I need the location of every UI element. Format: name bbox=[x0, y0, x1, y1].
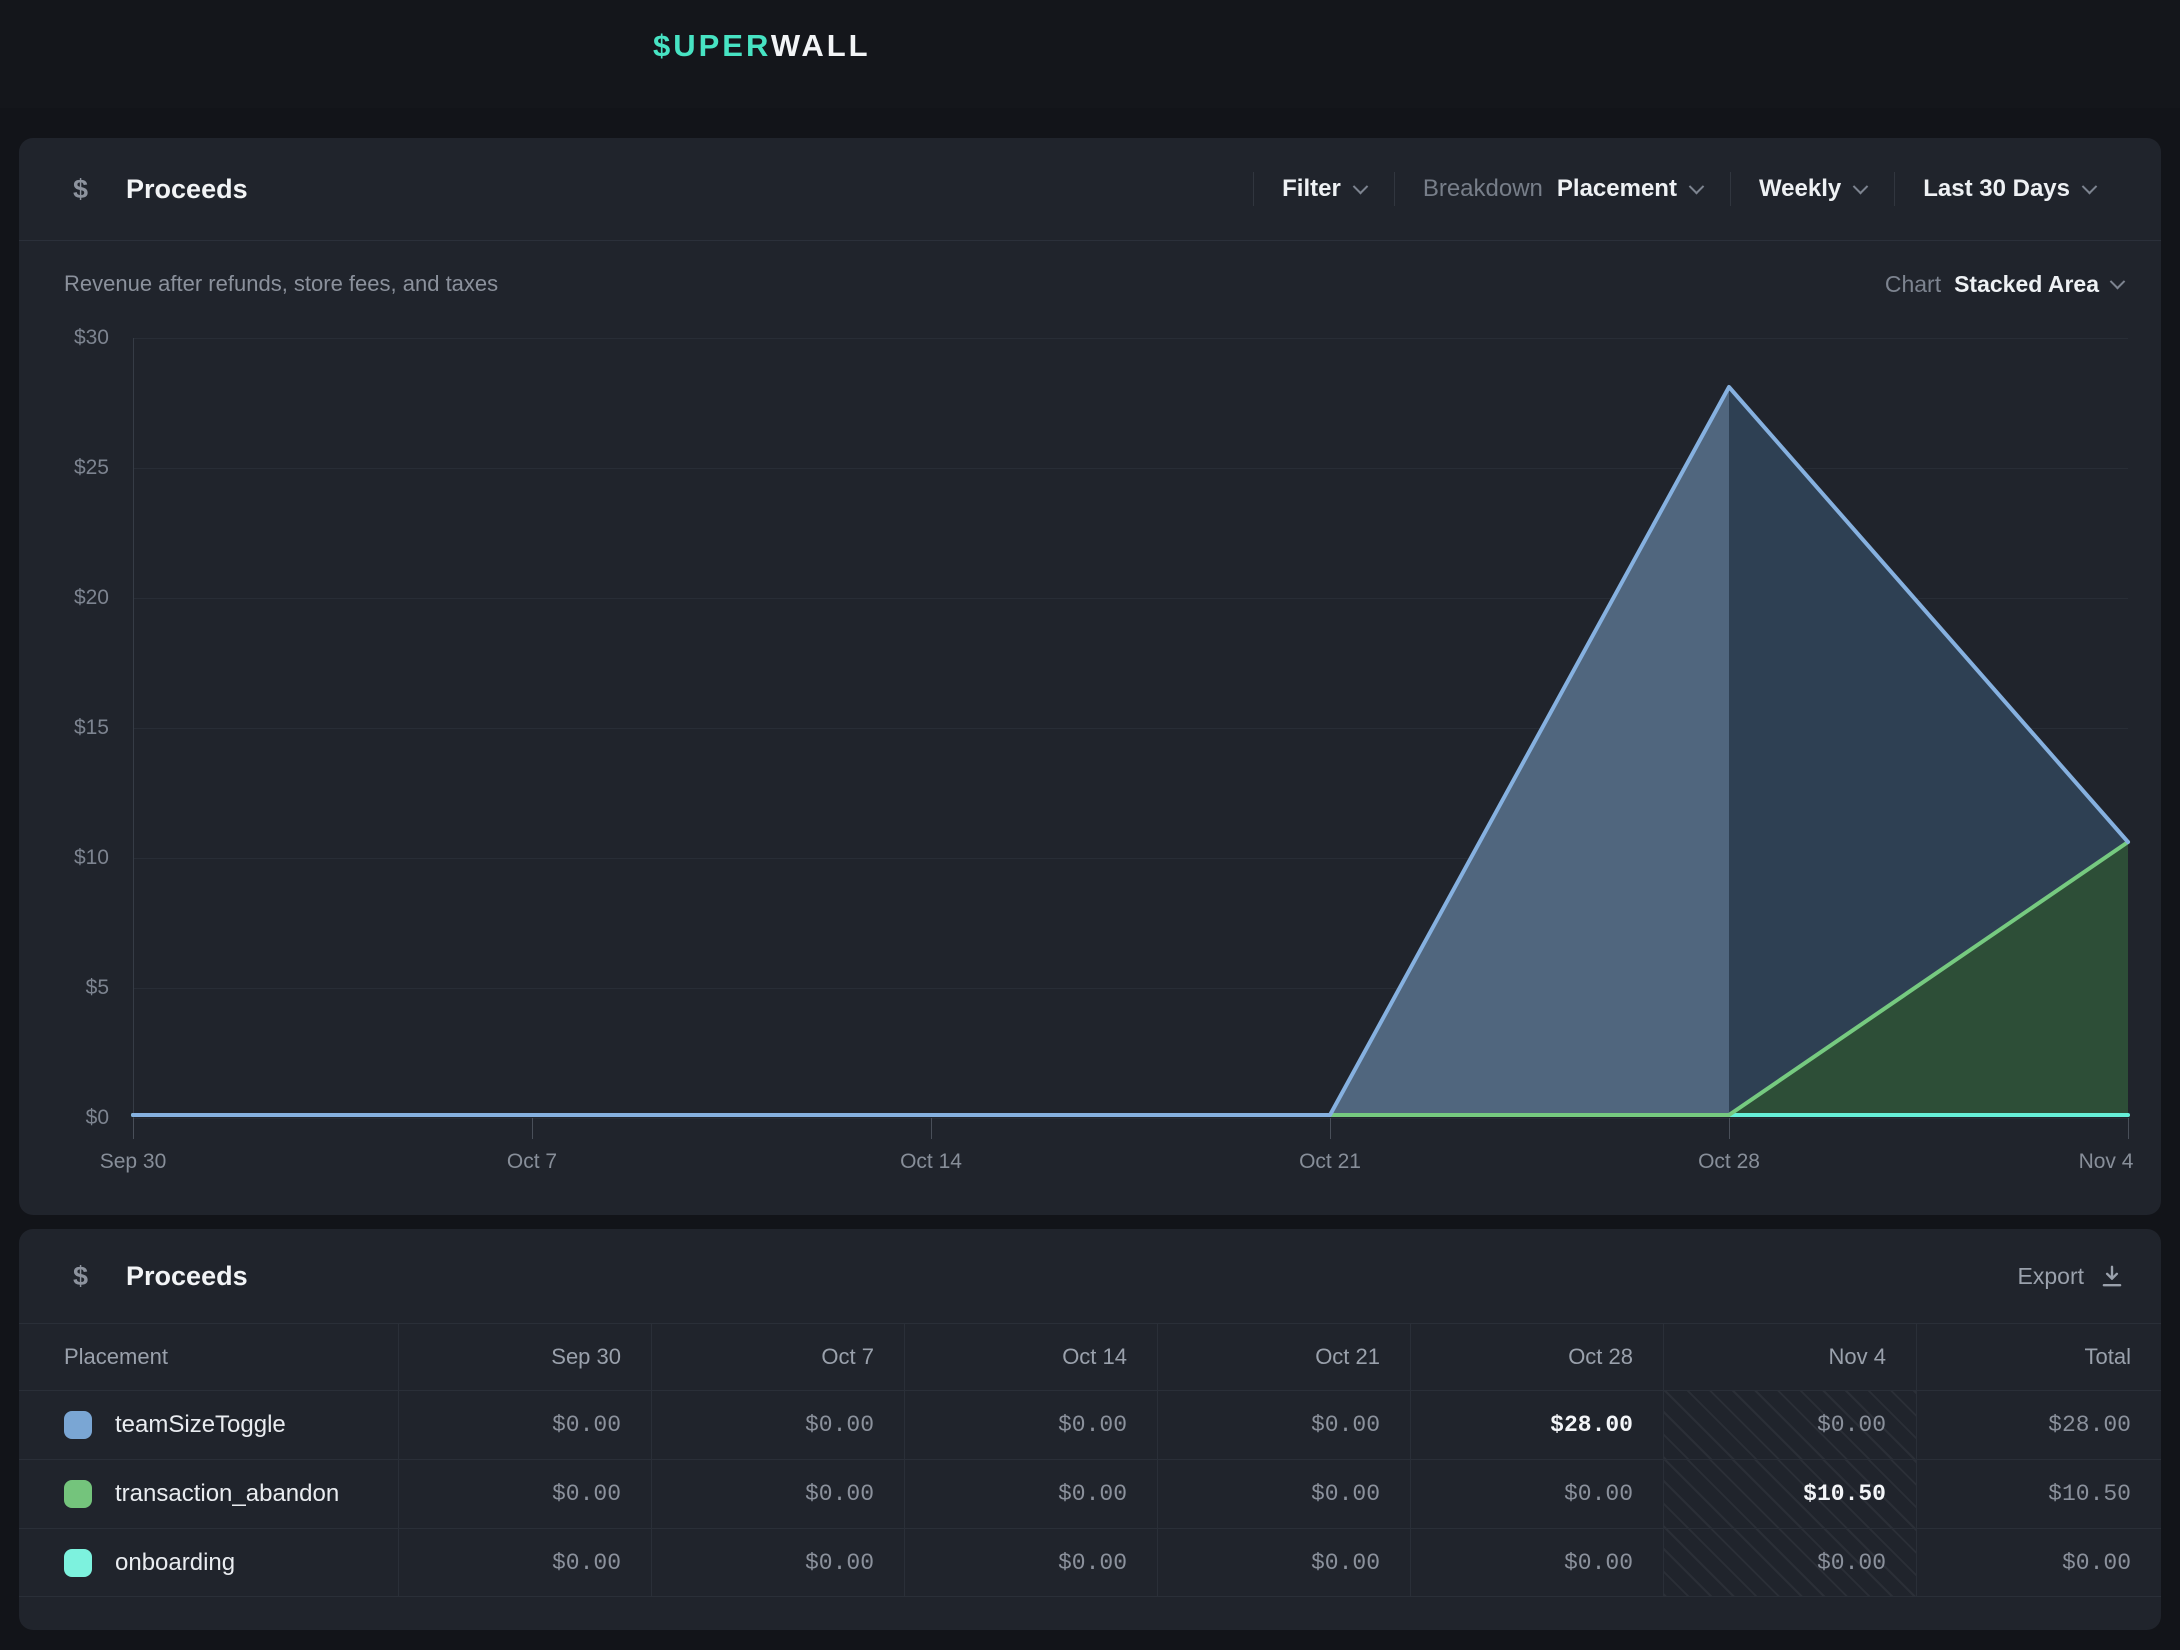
chevron-down-icon bbox=[2110, 273, 2126, 289]
total-cell: $0.00 bbox=[1916, 1529, 2161, 1596]
row-label: onboarding bbox=[115, 1549, 235, 1577]
value-cell: $0.00 bbox=[904, 1391, 1157, 1459]
column-header: Nov 4 bbox=[1663, 1324, 1916, 1390]
value-cell: $0.00 bbox=[1157, 1529, 1410, 1596]
value-cell: $0.00 bbox=[398, 1391, 651, 1459]
chart-controls: Filter Breakdown Placement Weekly Last 3… bbox=[1253, 138, 2123, 240]
value-cell: $0.00 bbox=[1410, 1529, 1663, 1596]
value-cell: $0.00 bbox=[398, 1529, 651, 1596]
download-icon bbox=[2099, 1263, 2125, 1289]
breakdown-value: Placement bbox=[1557, 175, 1677, 203]
x-tick bbox=[2128, 1118, 2130, 1139]
table-row: transaction_abandon$0.00$0.00$0.00$0.00$… bbox=[19, 1459, 2161, 1528]
table-panel-header: $ Proceeds bbox=[19, 1229, 2161, 1323]
table-row: onboarding$0.00$0.00$0.00$0.00$0.00$0.00… bbox=[19, 1528, 2161, 1597]
chart-type-select[interactable]: Chart Stacked Area bbox=[1885, 271, 2123, 298]
value-cell: $0.00 bbox=[651, 1529, 904, 1596]
table-header-row: PlacementSep 30Oct 7Oct 14Oct 21Oct 28No… bbox=[19, 1323, 2161, 1390]
date-range-value: Last 30 Days bbox=[1923, 175, 2070, 203]
column-header: Oct 14 bbox=[904, 1324, 1157, 1390]
stacked-area-chart bbox=[133, 336, 2128, 1120]
row-swatch bbox=[64, 1411, 92, 1439]
x-axis-label: Sep 30 bbox=[100, 1150, 167, 1174]
dollar-icon: $ bbox=[73, 174, 88, 205]
value-cell: $0.00 bbox=[904, 1529, 1157, 1596]
chevron-down-icon bbox=[1853, 178, 1869, 194]
page: { "brand": { "logo_accent": "$UPER", "lo… bbox=[0, 0, 2180, 1650]
column-header: Placement bbox=[19, 1324, 398, 1390]
value-cell: $28.00 bbox=[1410, 1391, 1663, 1459]
date-range-select[interactable]: Last 30 Days bbox=[1895, 175, 2123, 203]
x-tick bbox=[1330, 1118, 1332, 1139]
y-axis-label: $0 bbox=[21, 1106, 109, 1130]
superwall-logo: $UPERWALL bbox=[653, 28, 871, 64]
export-label: Export bbox=[2018, 1263, 2084, 1290]
column-header: Oct 21 bbox=[1157, 1324, 1410, 1390]
x-axis-label: Nov 4 bbox=[2079, 1150, 2134, 1174]
row-label: teamSizeToggle bbox=[115, 1411, 286, 1439]
value-cell: $0.00 bbox=[398, 1460, 651, 1528]
value-cell: $0.00 bbox=[1663, 1391, 1916, 1459]
logo-rest: WALL bbox=[771, 28, 871, 63]
column-header: Oct 7 bbox=[651, 1324, 904, 1390]
value-cell: $0.00 bbox=[651, 1391, 904, 1459]
y-axis-label: $10 bbox=[21, 846, 109, 870]
breakdown-select[interactable]: Breakdown Placement bbox=[1395, 175, 1730, 203]
chart-subtitle: Revenue after refunds, store fees, and t… bbox=[64, 271, 498, 297]
y-axis-label: $30 bbox=[21, 326, 109, 350]
chart-type-value: Stacked Area bbox=[1954, 271, 2099, 298]
x-tick bbox=[931, 1118, 933, 1139]
y-axis-label: $5 bbox=[21, 976, 109, 1000]
y-axis-label: $20 bbox=[21, 586, 109, 610]
row-swatch bbox=[64, 1480, 92, 1508]
chevron-down-icon bbox=[1353, 178, 1369, 194]
value-cell: $0.00 bbox=[1663, 1529, 1916, 1596]
x-axis-label: Oct 21 bbox=[1299, 1150, 1361, 1174]
y-axis-label: $15 bbox=[21, 716, 109, 740]
page-title: Proceeds bbox=[126, 174, 248, 205]
placement-cell: transaction_abandon bbox=[19, 1460, 398, 1528]
breakdown-label: Breakdown bbox=[1423, 175, 1543, 203]
interval-value: Weekly bbox=[1759, 175, 1841, 203]
x-axis-label: Oct 14 bbox=[900, 1150, 962, 1174]
total-cell: $28.00 bbox=[1916, 1391, 2161, 1459]
value-cell: $0.00 bbox=[1157, 1391, 1410, 1459]
value-cell: $0.00 bbox=[904, 1460, 1157, 1528]
column-header: Sep 30 bbox=[398, 1324, 651, 1390]
dollar-icon: $ bbox=[73, 1261, 88, 1292]
chart-type-label: Chart bbox=[1885, 271, 1941, 298]
chart-subheader: Revenue after refunds, store fees, and t… bbox=[19, 240, 2161, 328]
top-bar: $UPERWALL bbox=[0, 0, 2180, 108]
row-label: transaction_abandon bbox=[115, 1480, 339, 1508]
table-row: teamSizeToggle$0.00$0.00$0.00$0.00$28.00… bbox=[19, 1390, 2161, 1459]
x-tick bbox=[532, 1118, 534, 1139]
placement-cell: onboarding bbox=[19, 1529, 398, 1596]
area-segment-teamSizeToggle bbox=[133, 387, 1729, 1115]
value-cell: $10.50 bbox=[1663, 1460, 1916, 1528]
chevron-down-icon bbox=[1689, 178, 1705, 194]
x-axis-label: Oct 7 bbox=[507, 1150, 557, 1174]
logo-accent: $UPER bbox=[653, 28, 771, 63]
column-header: Total bbox=[1916, 1324, 2161, 1390]
y-axis-label: $25 bbox=[21, 456, 109, 480]
proceeds-chart-panel: $ Proceeds Filter Breakdown Placement We… bbox=[19, 138, 2161, 1215]
column-header: Oct 28 bbox=[1410, 1324, 1663, 1390]
value-cell: $0.00 bbox=[1157, 1460, 1410, 1528]
export-button[interactable]: Export bbox=[2018, 1229, 2125, 1323]
x-axis-label: Oct 28 bbox=[1698, 1150, 1760, 1174]
x-tick bbox=[1729, 1118, 1731, 1139]
table-title: Proceeds bbox=[126, 1261, 248, 1292]
filter-button[interactable]: Filter bbox=[1254, 175, 1394, 203]
value-cell: $0.00 bbox=[651, 1460, 904, 1528]
placement-cell: teamSizeToggle bbox=[19, 1391, 398, 1459]
filter-label: Filter bbox=[1282, 175, 1341, 203]
proceeds-table-panel: $ Proceeds Export PlacementSep 30Oct 7Oc… bbox=[19, 1229, 2161, 1630]
row-swatch bbox=[64, 1549, 92, 1577]
breakdown-table: PlacementSep 30Oct 7Oct 14Oct 21Oct 28No… bbox=[19, 1323, 2161, 1597]
value-cell: $0.00 bbox=[1410, 1460, 1663, 1528]
x-tick bbox=[133, 1118, 135, 1139]
chevron-down-icon bbox=[2082, 178, 2098, 194]
total-cell: $10.50 bbox=[1916, 1460, 2161, 1528]
interval-select[interactable]: Weekly bbox=[1731, 175, 1894, 203]
